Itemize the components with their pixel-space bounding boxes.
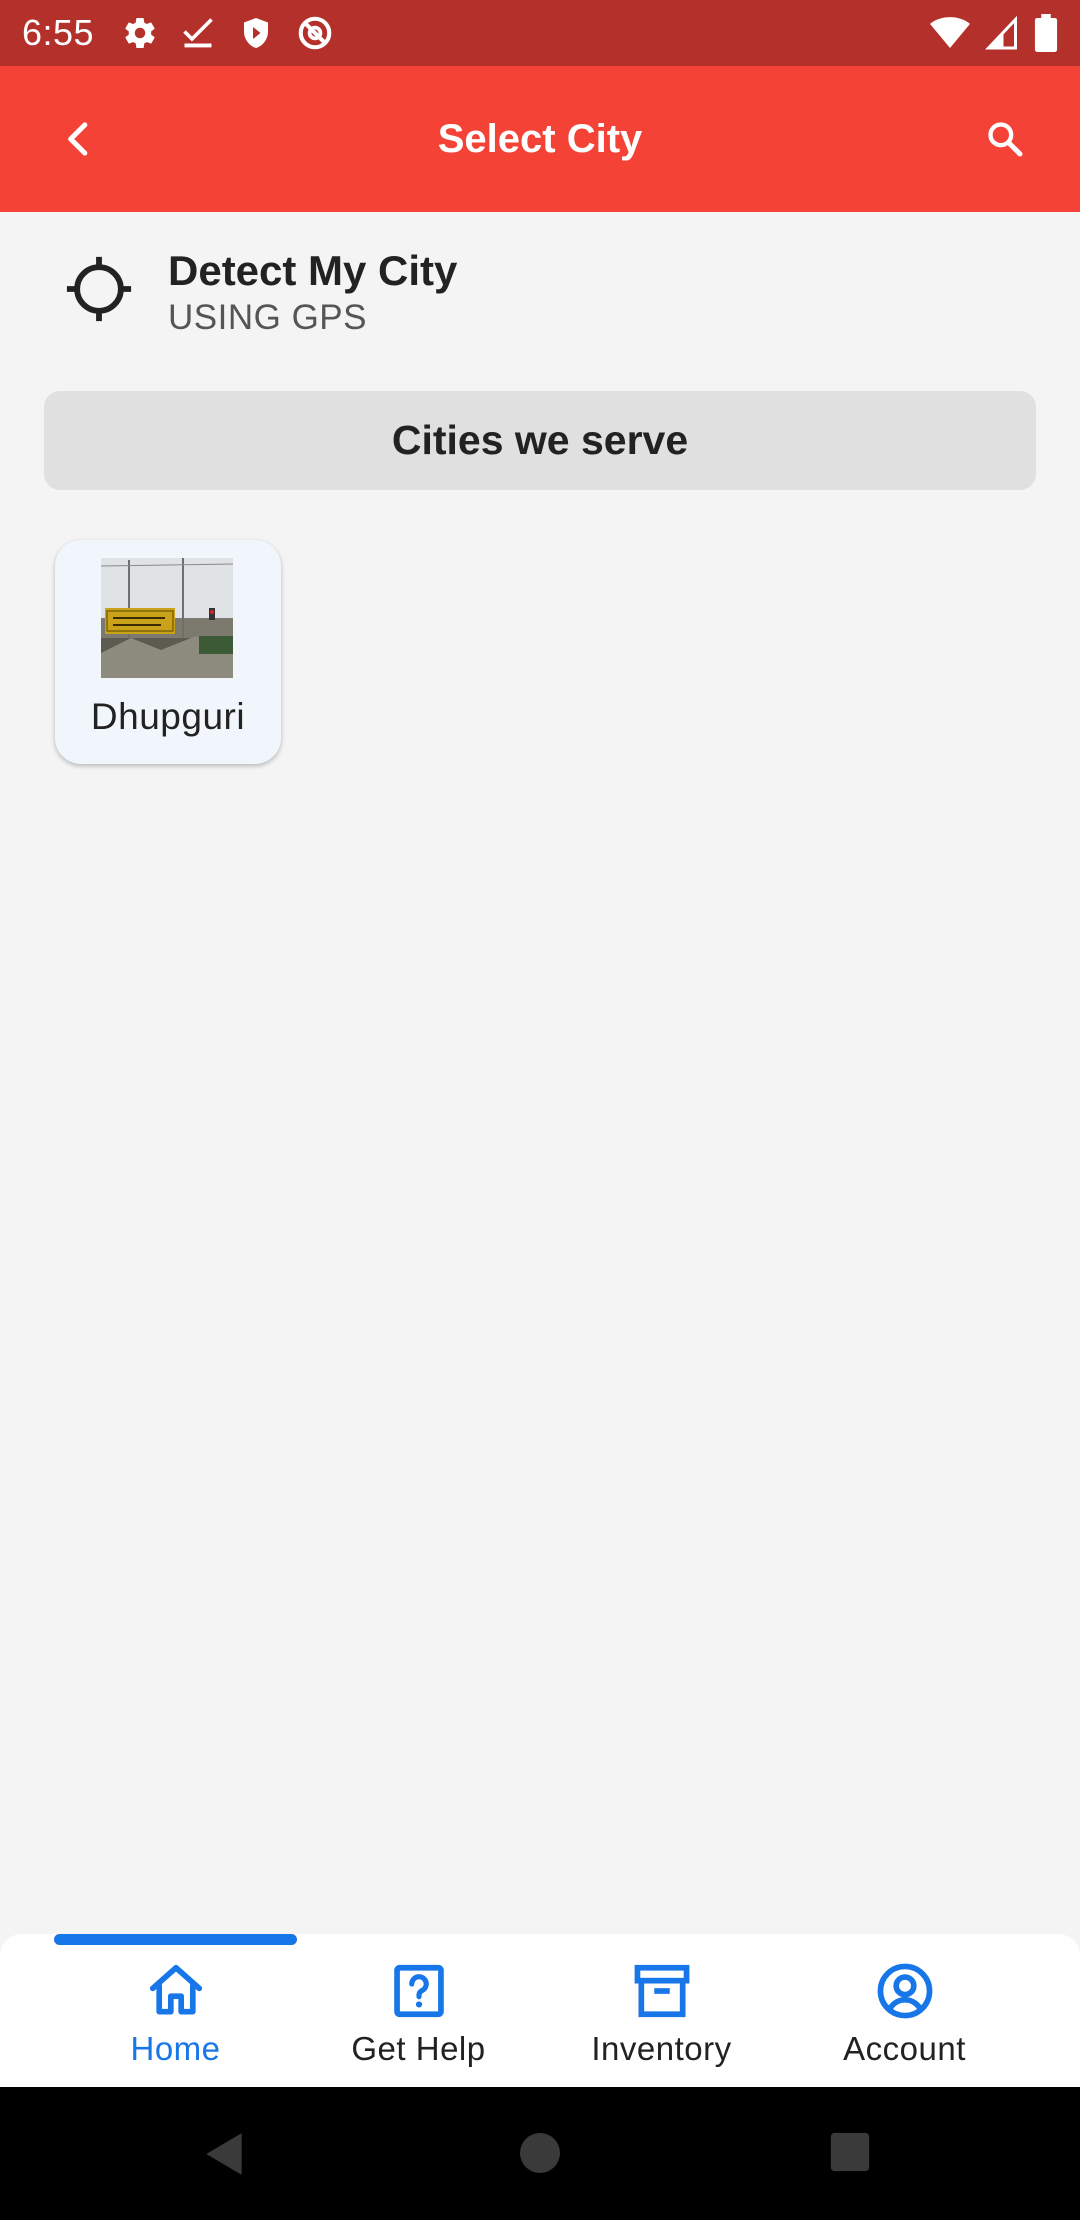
bottom-navigation: Home Get Help Inventory Account <box>0 1934 1080 2087</box>
search-icon <box>988 122 1023 157</box>
nav-label-account: Account <box>843 2030 966 2067</box>
account-icon <box>877 1963 932 2019</box>
battery-icon <box>1034 14 1058 52</box>
system-back-icon[interactable] <box>200 2129 250 2179</box>
status-time: 6:55 <box>22 12 95 53</box>
system-navigation-bar <box>0 2087 1080 2220</box>
app-bar: Select City <box>0 66 1080 212</box>
status-bar: 6:55 <box>0 0 1080 66</box>
nav-label-home: Home <box>130 2030 221 2067</box>
nav-label-get-help: Get Help <box>351 2030 486 2067</box>
search-button[interactable] <box>970 104 1040 174</box>
active-tab-indicator <box>54 1934 297 1945</box>
city-photo <box>101 558 233 678</box>
nav-tab-get-help[interactable]: Get Help <box>297 1960 540 2080</box>
nav-label-inventory: Inventory <box>591 2030 732 2067</box>
cities-section-header: Cities we serve <box>44 391 1036 490</box>
detect-subtitle: USING GPS <box>168 298 367 337</box>
data-saver-icon <box>298 16 332 50</box>
detect-text: Detect My City USING GPS <box>168 246 457 340</box>
nav-tab-account[interactable]: Account <box>783 1960 1026 2080</box>
gps-crosshair-icon <box>66 256 132 322</box>
archive-icon <box>634 1964 689 2018</box>
city-card-dhupguri[interactable]: Dhupguri <box>55 540 281 764</box>
page-title: Select City <box>437 116 643 161</box>
detect-title: Detect My City <box>168 247 458 294</box>
system-home-icon[interactable] <box>516 2129 564 2177</box>
download-done-icon <box>183 18 213 48</box>
city-name: Dhupguri <box>90 696 246 737</box>
nav-tab-home[interactable]: Home <box>54 1960 297 2080</box>
status-right-icons <box>930 14 1058 52</box>
system-recents-icon[interactable] <box>827 2129 873 2175</box>
settings-icon <box>125 18 155 49</box>
nav-tab-inventory[interactable]: Inventory <box>540 1960 783 2080</box>
cell-signal-icon <box>985 15 1017 50</box>
detect-my-city-button[interactable]: Detect My City USING GPS <box>0 212 1080 372</box>
home-icon <box>149 1964 202 2015</box>
wifi-icon <box>930 17 970 48</box>
help-icon <box>393 1964 444 2018</box>
shield-icon <box>244 18 269 48</box>
status-left-icons <box>122 14 334 52</box>
